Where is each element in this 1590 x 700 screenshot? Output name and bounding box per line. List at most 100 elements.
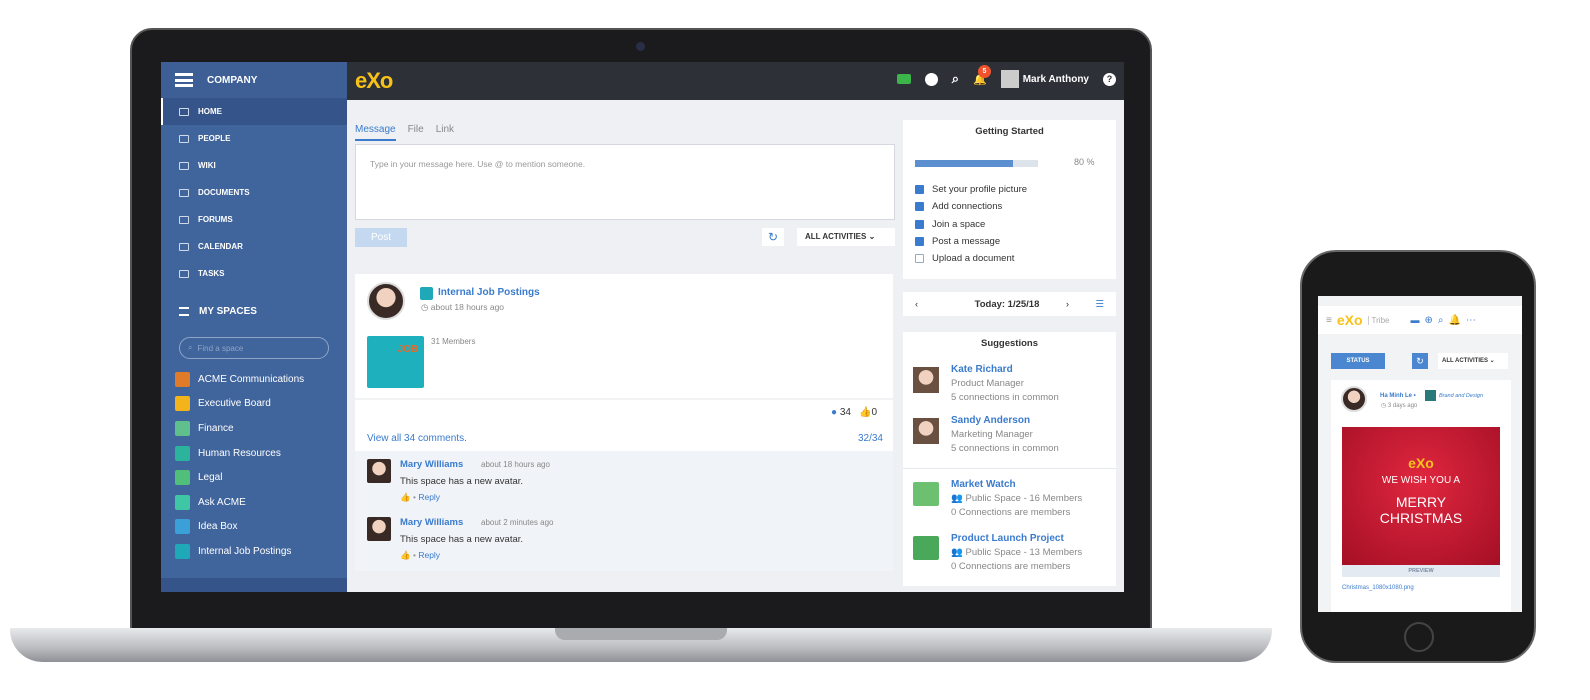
job-posting-image[interactable]: JOB	[367, 336, 424, 388]
forums-icon	[179, 215, 189, 224]
space-avatar[interactable]	[913, 536, 939, 560]
space-item[interactable]: Human Resources	[161, 441, 347, 466]
like-icon[interactable]: 👍	[400, 550, 411, 560]
space-item[interactable]: Finance	[161, 416, 347, 441]
progress-label: 80 %	[1074, 157, 1095, 167]
author-avatar[interactable]	[367, 282, 405, 320]
space-label: Ask ACME	[198, 496, 246, 508]
checkbox[interactable]	[915, 219, 924, 229]
exo-logo[interactable]: eXo	[355, 68, 393, 94]
add-icon[interactable]	[924, 72, 938, 86]
checkbox[interactable]	[915, 202, 924, 212]
divider	[355, 398, 893, 400]
calendar-widget: ‹ Today: 1/25/18 › ☰	[903, 292, 1116, 316]
checklist-item[interactable]: Join a space	[915, 216, 1027, 233]
add-icon[interactable]: ⊕	[1424, 315, 1432, 326]
search-icon[interactable]: ⌕	[1438, 315, 1444, 326]
sidebar-item-label: CALENDAR	[198, 242, 243, 251]
activity-filter[interactable]: ALL ACTIVITIES ⌄	[797, 228, 895, 246]
settings-icon[interactable]: ☰	[1095, 299, 1104, 310]
reply-link[interactable]: Reply	[418, 492, 440, 502]
tasks-icon	[179, 269, 189, 278]
preview-button[interactable]: PREVIEW	[1342, 565, 1500, 577]
space-item[interactable]: Executive Board	[161, 392, 347, 417]
like-icon: 👍	[858, 407, 872, 418]
chat-icon[interactable]: ▬	[1410, 315, 1419, 325]
sidebar-item-home[interactable]: HOME	[161, 98, 347, 125]
activity-filter[interactable]: ALL ACTIVITIES ⌄	[1438, 353, 1508, 369]
commenter-avatar[interactable]	[367, 517, 391, 541]
person-name[interactable]: Sandy Anderson	[951, 415, 1030, 426]
sidebar-item-forums[interactable]: FORUMS	[161, 206, 347, 233]
menu-icon[interactable]	[175, 73, 193, 87]
christmas-card-image[interactable]: eXo WE WISH YOU A MERRY CHRISTMAS	[1342, 427, 1500, 565]
tab-message[interactable]: Message	[355, 124, 396, 141]
checkbox[interactable]	[915, 237, 924, 247]
members-count: 31 Members	[431, 337, 476, 346]
refresh-icon[interactable]: ↻	[1412, 353, 1428, 369]
status-button[interactable]: STATUS	[1331, 353, 1385, 369]
checklist-item[interactable]: Set your profile picture	[915, 181, 1027, 198]
connections-in-common: 5 connections in common	[951, 392, 1059, 403]
bell-icon[interactable]: 🔔	[1448, 315, 1460, 326]
next-day-button[interactable]: ›	[1066, 299, 1069, 310]
connections-in-common: 5 connections in common	[951, 443, 1059, 454]
space-link[interactable]: Brand and Design	[1439, 393, 1483, 399]
sidebar-item-wiki[interactable]: WIKI	[161, 152, 347, 179]
person-avatar[interactable]	[913, 367, 939, 393]
message-input[interactable]: Type in your message here. Use @ to ment…	[355, 144, 895, 220]
sidebar-item-people[interactable]: PEOPLE	[161, 125, 347, 152]
reply-link[interactable]: Reply	[418, 550, 440, 560]
bell-icon[interactable]: 🔔 5	[973, 64, 991, 86]
sidebar-item-tasks[interactable]: TASKS	[161, 260, 347, 287]
space-name[interactable]: Product Launch Project	[951, 533, 1064, 544]
sidebar-item-label: PEOPLE	[198, 134, 231, 143]
prev-day-button[interactable]: ‹	[915, 299, 918, 310]
commenter-name[interactable]: Mary Williams	[400, 459, 463, 470]
checklist-item[interactable]: Add connections	[915, 198, 1027, 215]
space-type: 👥 Public Space - 16 Members	[951, 493, 1083, 504]
file-link[interactable]: Christmas_1080x1080.png	[1342, 585, 1414, 591]
menu-icon[interactable]: ≡	[1326, 315, 1332, 326]
checklist-item[interactable]: Upload a document	[915, 250, 1027, 267]
sidebar-item-calendar[interactable]: CALENDAR	[161, 233, 347, 260]
person-role: Product Manager	[951, 378, 1024, 389]
phone-activity-card: Ha Minh Le • Brand and Design ◷ 3 days a…	[1331, 380, 1511, 612]
find-space-input[interactable]: ⌕ Find a space	[179, 337, 329, 359]
help-icon[interactable]: ?	[1103, 72, 1116, 86]
space-item[interactable]: Legal	[161, 465, 347, 490]
space-item[interactable]: Internal Job Postings	[161, 539, 347, 564]
comment-count[interactable]: ● 34	[831, 407, 851, 418]
space-name[interactable]: Market Watch	[951, 479, 1016, 490]
commenter-avatar[interactable]	[367, 459, 391, 483]
join-space-button[interactable]	[161, 578, 347, 592]
user-menu[interactable]: Mark Anthony	[1000, 70, 1089, 88]
sidebar-item-label: FORUMS	[198, 215, 233, 224]
space-item[interactable]: ACME Communications	[161, 367, 347, 392]
space-item[interactable]: Ask ACME	[161, 490, 347, 515]
more-icon[interactable]: ⋯	[1466, 315, 1476, 326]
like-icon[interactable]: 👍	[400, 492, 411, 502]
author-link[interactable]: Ha Minh Le •	[1380, 393, 1416, 399]
space-avatar[interactable]	[913, 482, 939, 506]
activity-card: Internal Job Postings ◷ about 18 hours a…	[355, 274, 893, 571]
space-link[interactable]: Internal Job Postings	[438, 287, 540, 298]
space-item[interactable]: Idea Box	[161, 515, 347, 540]
view-all-comments-link[interactable]: View all 34 comments.	[367, 433, 467, 444]
commenter-name[interactable]: Mary Williams	[400, 517, 463, 528]
tab-link[interactable]: Link	[436, 124, 454, 141]
like-count[interactable]: 👍0	[859, 407, 877, 418]
refresh-icon[interactable]: ↻	[762, 228, 784, 246]
person-name[interactable]: Kate Richard	[951, 364, 1013, 375]
author-avatar[interactable]	[1341, 386, 1367, 412]
person-avatar[interactable]	[913, 418, 939, 444]
sidebar-header: COMPANY	[161, 62, 347, 98]
search-icon[interactable]: ⌕	[952, 71, 959, 87]
tab-file[interactable]: File	[408, 124, 424, 141]
sidebar-item-documents[interactable]: DOCUMENTS	[161, 179, 347, 206]
chat-icon[interactable]	[896, 74, 911, 84]
checkbox[interactable]	[915, 254, 924, 264]
post-button[interactable]: Post	[355, 228, 407, 247]
checklist-item[interactable]: Post a message	[915, 233, 1027, 250]
checkbox[interactable]	[915, 185, 924, 195]
